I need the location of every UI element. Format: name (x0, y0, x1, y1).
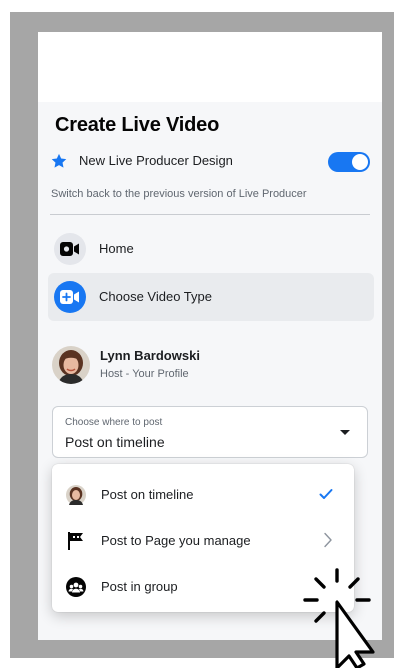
profile-avatar-icon (66, 485, 86, 505)
select-caption: Choose where to post (65, 417, 163, 428)
nav-item-home[interactable]: Home (48, 225, 374, 273)
switch-back-link[interactable]: Switch back to the previous version of L… (51, 188, 307, 200)
new-design-row: New Live Producer Design (50, 150, 372, 172)
host-profile: Lynn Bardowski Host - Your Profile (52, 344, 372, 388)
new-design-toggle[interactable] (328, 152, 370, 172)
new-design-label: New Live Producer Design (79, 153, 233, 168)
select-value: Post on timeline (65, 434, 165, 450)
toggle-knob (352, 154, 368, 170)
group-icon (66, 577, 86, 597)
menu-item-label: Post in group (101, 579, 178, 594)
flag-icon (68, 532, 83, 550)
star-icon (51, 153, 67, 168)
click-cursor-icon (303, 568, 375, 668)
avatar (52, 346, 90, 384)
phone-screen: Create Live Video New Live Producer Desi… (38, 32, 382, 640)
post-destination-select[interactable]: Choose where to post Post on timeline (52, 406, 368, 458)
menu-item-post-on-timeline[interactable]: Post on timeline (52, 472, 354, 518)
menu-item-label: Post to Page you manage (101, 533, 251, 548)
host-role: Host - Your Profile (100, 368, 189, 380)
top-bar (38, 32, 382, 103)
nav-item-label: Choose Video Type (99, 289, 212, 304)
host-name: Lynn Bardowski (100, 348, 200, 363)
menu-item-label: Post on timeline (101, 487, 194, 502)
checkmark-icon (319, 489, 333, 499)
menu-item-post-to-page[interactable]: Post to Page you manage (52, 518, 354, 564)
nav-item-choose-video-type[interactable]: Choose Video Type (48, 273, 374, 321)
page-title: Create Live Video (55, 114, 220, 136)
chevron-right-icon (324, 532, 332, 548)
video-camera-icon (54, 281, 86, 313)
live-video-icon (54, 233, 86, 265)
divider (50, 214, 370, 215)
nav-item-label: Home (99, 241, 134, 256)
caret-down-icon (340, 430, 350, 435)
